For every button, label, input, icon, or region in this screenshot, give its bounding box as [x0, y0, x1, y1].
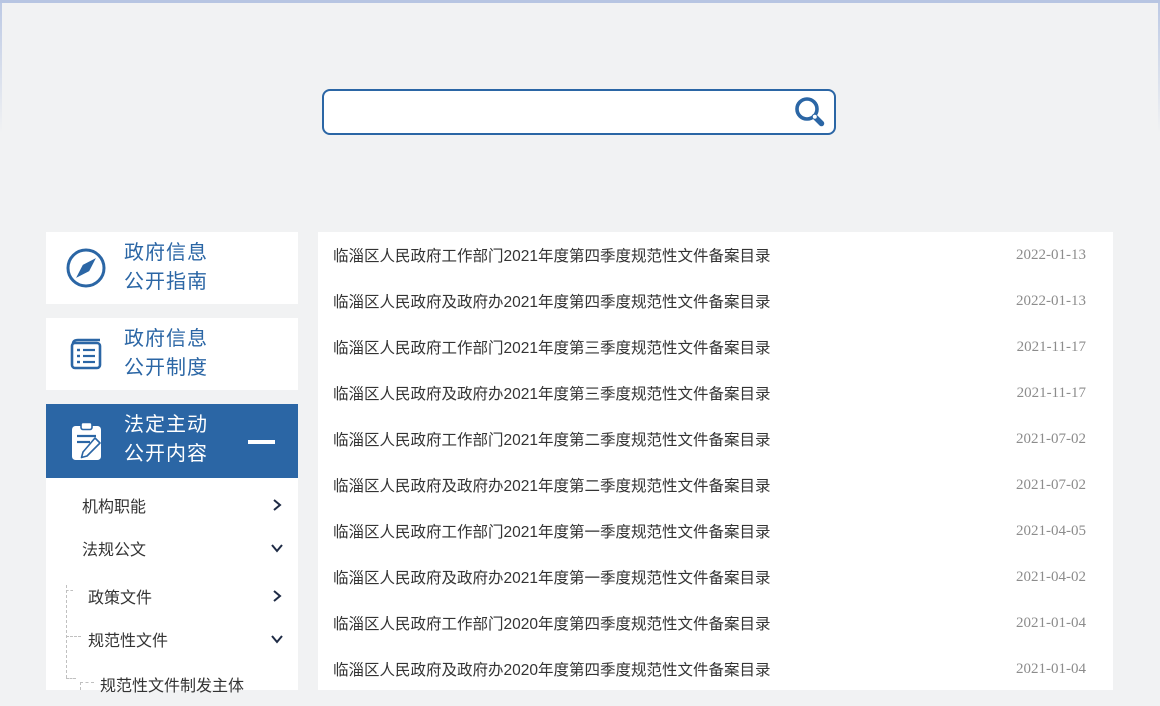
- list-item[interactable]: 临淄区人民政府及政府办2021年度第四季度规范性文件备案目录 2022-01-1…: [318, 278, 1113, 324]
- submenu-label: 法规公文: [82, 536, 146, 560]
- chevron-right-icon: [270, 498, 284, 512]
- left-edge-fade: [0, 3, 2, 133]
- list-item[interactable]: 临淄区人民政府工作部门2021年度第一季度规范性文件备案目录 2021-04-0…: [318, 508, 1113, 554]
- document-title-link[interactable]: 临淄区人民政府及政府办2021年度第四季度规范性文件备案目录: [333, 290, 770, 312]
- document-title-link[interactable]: 临淄区人民政府及政府办2021年度第一季度规范性文件备案目录: [333, 566, 770, 588]
- submenu-label: 规范性文件: [88, 627, 168, 651]
- tree-line: [66, 590, 73, 591]
- submenu-label: 机构职能: [82, 493, 146, 517]
- document-title-link[interactable]: 临淄区人民政府工作部门2020年度第四季度规范性文件备案目录: [333, 612, 770, 634]
- document-date: 2022-01-13: [1016, 247, 1086, 264]
- document-list-panel: 临淄区人民政府工作部门2021年度第四季度规范性文件备案目录 2022-01-1…: [318, 232, 1113, 690]
- document-date: 2021-07-02: [1016, 477, 1086, 494]
- list-item[interactable]: 临淄区人民政府工作部门2020年度第四季度规范性文件备案目录 2021-01-0…: [318, 600, 1113, 646]
- submenu-item-normative-documents[interactable]: 规范性文件: [46, 617, 298, 661]
- submenu-item-agency-functions[interactable]: 机构职能: [46, 483, 298, 527]
- sidebar-item-label: 法定主动 公开内容: [124, 411, 208, 469]
- document-title-link[interactable]: 临淄区人民政府工作部门2021年度第二季度规范性文件备案目录: [333, 428, 770, 450]
- tree-line: [66, 636, 81, 637]
- document-date: 2021-04-02: [1016, 569, 1086, 586]
- document-date: 2022-01-13: [1016, 293, 1086, 310]
- search-box: [322, 89, 836, 135]
- submenu-item-normative-doc-issuers[interactable]: 规范性文件制发主体: [46, 662, 298, 706]
- list-item[interactable]: 临淄区人民政府工作部门2021年度第四季度规范性文件备案目录 2022-01-1…: [318, 232, 1113, 278]
- chevron-down-icon: [270, 632, 284, 646]
- list-item[interactable]: 临淄区人民政府及政府办2020年度第四季度规范性文件备案目录 2021-01-0…: [318, 646, 1113, 690]
- document-date: 2021-07-02: [1016, 431, 1086, 448]
- sidebar-item-label: 政府信息 公开指南: [124, 239, 208, 297]
- document-date: 2021-01-04: [1016, 661, 1086, 678]
- document-date: 2021-01-04: [1016, 615, 1086, 632]
- chevron-right-icon: [270, 589, 284, 603]
- submenu-item-policy-documents[interactable]: 政策文件: [46, 574, 298, 618]
- document-title-link[interactable]: 临淄区人民政府及政府办2021年度第三季度规范性文件备案目录: [333, 382, 770, 404]
- list-item[interactable]: 临淄区人民政府工作部门2021年度第二季度规范性文件备案目录 2021-07-0…: [318, 416, 1113, 462]
- document-title-link[interactable]: 临淄区人民政府工作部门2021年度第三季度规范性文件备案目录: [333, 336, 770, 358]
- submenu-label: 政策文件: [88, 584, 152, 608]
- gov-info-disclosure-page: { "page": { "accent": "#2b66a5", "top_st…: [0, 0, 1160, 690]
- top-border-strip: [0, 0, 1160, 3]
- submenu-label: 规范性文件制发主体: [100, 672, 244, 696]
- sidebar-item-label: 政府信息 公开制度: [124, 325, 208, 383]
- sidebar-item-statutory-disclosure[interactable]: 法定主动 公开内容: [46, 404, 298, 478]
- document-title-link[interactable]: 临淄区人民政府及政府办2021年度第二季度规范性文件备案目录: [333, 474, 770, 496]
- sidebar-item-disclosure-guide[interactable]: 政府信息 公开指南: [46, 232, 298, 304]
- tree-line: [66, 585, 67, 678]
- document-list-icon: [64, 332, 108, 376]
- compass-icon: [64, 246, 108, 290]
- search-input[interactable]: [334, 93, 784, 131]
- search-icon: [792, 119, 828, 134]
- minus-icon: [248, 440, 275, 444]
- list-item[interactable]: 临淄区人民政府及政府办2021年度第一季度规范性文件备案目录 2021-04-0…: [318, 554, 1113, 600]
- document-title-link[interactable]: 临淄区人民政府工作部门2021年度第四季度规范性文件备案目录: [333, 244, 770, 266]
- document-date: 2021-11-17: [1017, 385, 1086, 402]
- list-item[interactable]: 临淄区人民政府工作部门2021年度第三季度规范性文件备案目录 2021-11-1…: [318, 324, 1113, 370]
- document-title-link[interactable]: 临淄区人民政府及政府办2020年度第四季度规范性文件备案目录: [333, 658, 770, 680]
- sidebar-submenu: 机构职能 法规公文 政策文件 规范性文件 规范性文件制发主体: [46, 478, 298, 690]
- clipboard-pen-icon: [64, 419, 108, 463]
- chevron-down-icon: [270, 541, 284, 555]
- tree-line: [80, 682, 94, 683]
- sidebar-item-disclosure-system[interactable]: 政府信息 公开制度: [46, 318, 298, 390]
- submenu-item-regulations-documents[interactable]: 法规公文: [46, 526, 298, 570]
- document-title-link[interactable]: 临淄区人民政府工作部门2021年度第一季度规范性文件备案目录: [333, 520, 770, 542]
- document-date: 2021-11-17: [1017, 339, 1086, 356]
- tree-line: [66, 678, 76, 679]
- list-item[interactable]: 临淄区人民政府及政府办2021年度第三季度规范性文件备案目录 2021-11-1…: [318, 370, 1113, 416]
- search-button[interactable]: [792, 95, 828, 131]
- list-item[interactable]: 临淄区人民政府及政府办2021年度第二季度规范性文件备案目录 2021-07-0…: [318, 462, 1113, 508]
- tree-line: [80, 682, 81, 690]
- document-date: 2021-04-05: [1016, 523, 1086, 540]
